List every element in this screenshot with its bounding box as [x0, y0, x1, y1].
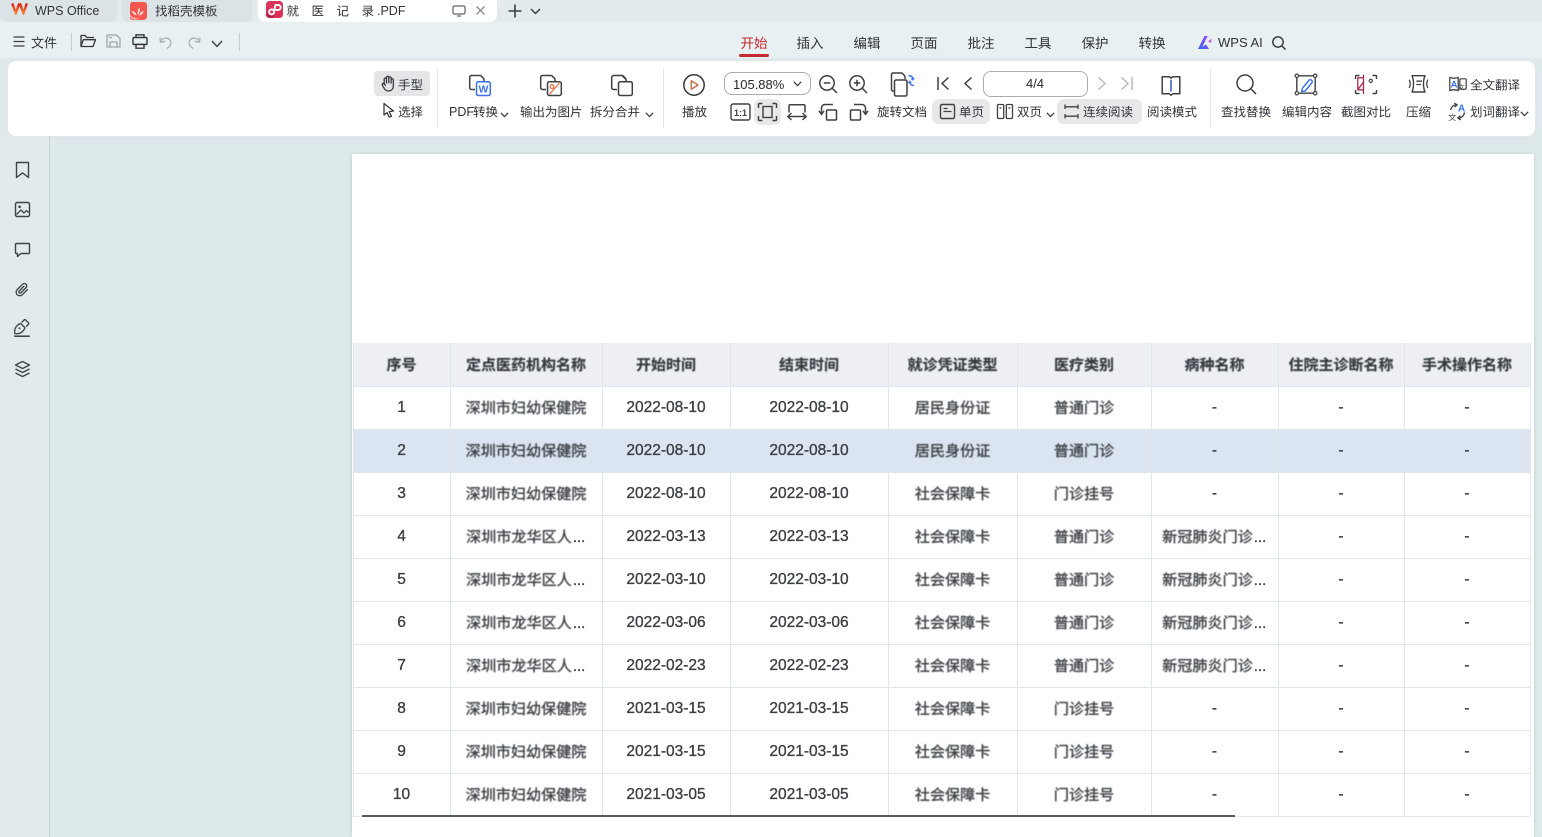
svg-text:A: A [1451, 79, 1458, 90]
svg-text:W: W [478, 84, 488, 96]
svg-text:1:1: 1:1 [734, 108, 747, 118]
svg-text:A: A [1458, 104, 1465, 115]
